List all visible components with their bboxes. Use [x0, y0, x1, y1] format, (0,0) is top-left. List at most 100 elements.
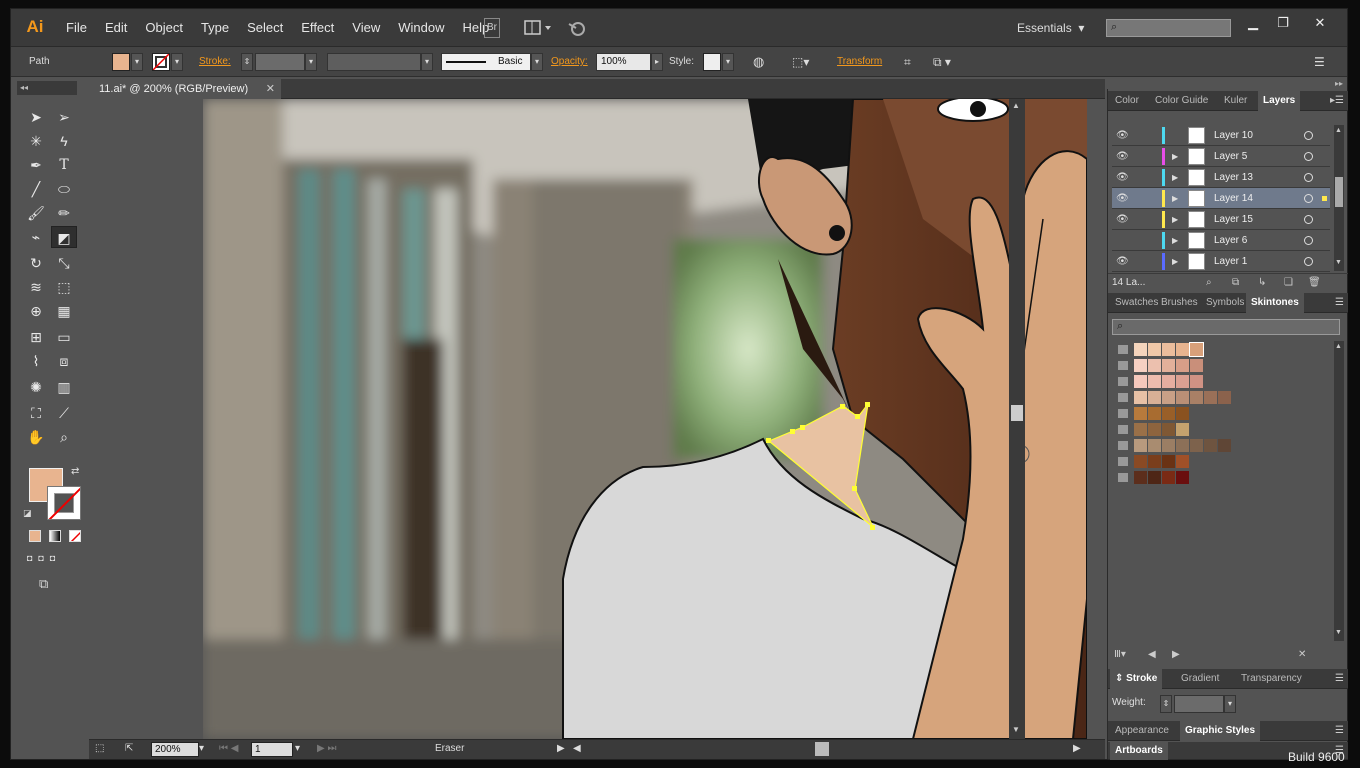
skintone-swatch[interactable] — [1134, 359, 1147, 372]
folder-icon[interactable] — [1118, 441, 1128, 450]
tab-layers[interactable]: Layers — [1258, 91, 1301, 111]
fill-swatch[interactable] — [112, 53, 130, 71]
skintone-swatch[interactable] — [1176, 423, 1189, 436]
lasso-tool-icon[interactable]: ϟ — [51, 130, 77, 152]
stroke-dropdown[interactable]: ▾ — [171, 53, 183, 71]
visibility-eye-icon[interactable]: 👁 — [1116, 251, 1129, 272]
stroke-swatch[interactable] — [152, 53, 170, 71]
artboard[interactable] — [203, 99, 1087, 739]
drawing-modes-icon[interactable]: ◘◘◘ — [27, 553, 83, 567]
line-tool-icon[interactable]: ╱ — [23, 178, 49, 200]
tab-brushes[interactable]: Brushes — [1156, 293, 1203, 313]
expand-arrow-icon[interactable]: ▶ — [1172, 146, 1178, 167]
skintone-swatch[interactable] — [1162, 471, 1175, 484]
layer-row[interactable]: 👁 ▶ Layer 14 — [1112, 188, 1330, 209]
layers-scroll-thumb[interactable] — [1335, 177, 1343, 207]
restore-icon[interactable]: ❐ — [1269, 13, 1297, 33]
layer-name[interactable]: Layer 6 — [1214, 230, 1247, 251]
skintone-swatch[interactable] — [1148, 391, 1161, 404]
target-circle-icon[interactable] — [1304, 131, 1313, 140]
help-search-input[interactable]: ⌕ — [1106, 19, 1231, 37]
graphic-style-swatch[interactable] — [703, 53, 721, 71]
isolate-object-icon[interactable]: ⌗ — [904, 47, 911, 77]
stroke-weight-field[interactable] — [255, 53, 305, 71]
expand-panels-icon[interactable]: ▸▸ — [1335, 79, 1343, 88]
menu-effect[interactable]: Effect — [292, 9, 343, 47]
gradient-mode-button[interactable] — [49, 530, 61, 542]
zoom-dropdown-icon[interactable]: ▾ — [199, 740, 204, 758]
tools-panel-header[interactable]: ◂◂ — [17, 81, 77, 95]
stroke-weight-dropdown[interactable]: ▾ — [305, 53, 317, 71]
scroll-up-icon[interactable]: ▲ — [1335, 127, 1342, 134]
none-mode-button[interactable] — [69, 530, 81, 542]
arrange-documents-icon[interactable] — [523, 18, 553, 38]
stroke-weight-stepper[interactable]: ⇕ — [241, 53, 253, 71]
style-dropdown[interactable]: ▾ — [722, 53, 734, 71]
layer-row[interactable]: ▶ Layer 6 — [1112, 230, 1330, 251]
column-graph-tool-icon[interactable]: ▥ — [51, 376, 77, 398]
brush-dropdown[interactable]: ▾ — [531, 53, 543, 71]
skintone-swatch[interactable] — [1218, 439, 1231, 452]
folder-icon[interactable] — [1118, 345, 1128, 354]
artboard-tool-icon[interactable]: ⛶ — [23, 402, 49, 424]
transform-link[interactable]: Transform — [837, 47, 882, 77]
skintone-swatch[interactable] — [1162, 343, 1175, 356]
swap-fill-stroke-icon[interactable]: ⇄ — [71, 466, 79, 477]
skintone-swatch[interactable] — [1162, 439, 1175, 452]
skintone-swatch[interactable] — [1134, 407, 1147, 420]
color-mode-button[interactable] — [29, 530, 41, 542]
skintone-swatch[interactable] — [1176, 471, 1189, 484]
horizontal-scroll-thumb[interactable] — [815, 742, 829, 756]
layers-panel-menu-icon[interactable]: ▸☰ — [1330, 91, 1344, 111]
tab-graphic-styles[interactable]: Graphic Styles — [1180, 721, 1261, 741]
stroke-panel-link[interactable]: Stroke: — [199, 47, 231, 77]
opacity-field[interactable]: 100% — [596, 53, 651, 71]
skintone-swatch[interactable] — [1176, 343, 1189, 356]
artboard-nav-icon[interactable]: ⬚ — [95, 740, 104, 758]
target-circle-icon[interactable] — [1304, 173, 1313, 182]
skintone-swatch[interactable] — [1134, 455, 1147, 468]
control-panel-menu-icon[interactable]: ☰ — [1314, 47, 1325, 77]
tab-color[interactable]: Color — [1110, 91, 1144, 111]
stroke-color-swatch[interactable] — [47, 486, 81, 520]
paintbrush-tool-icon[interactable]: 🖌 — [23, 202, 49, 224]
blend-tool-icon[interactable]: ⧈ — [51, 350, 77, 372]
symbol-sprayer-tool-icon[interactable]: ✺ — [23, 376, 49, 398]
hand-tool-icon[interactable]: ✋ — [23, 426, 49, 448]
swatches-panel-menu-icon[interactable]: ☰ — [1335, 293, 1344, 313]
layer-name[interactable]: Layer 14 — [1214, 188, 1253, 209]
artwork-illustration[interactable] — [203, 99, 1087, 739]
skintone-swatch[interactable] — [1190, 359, 1203, 372]
expand-arrow-icon[interactable]: ▶ — [1172, 209, 1178, 230]
layer-name[interactable]: Layer 10 — [1214, 125, 1253, 146]
free-transform-tool-icon[interactable]: ⬚ — [51, 276, 77, 298]
tab-symbols[interactable]: Symbols — [1201, 293, 1249, 313]
ellipse-tool-icon[interactable]: ⬭ — [51, 178, 77, 200]
skintone-swatch[interactable] — [1190, 375, 1203, 388]
menu-window[interactable]: Window — [389, 9, 453, 47]
expand-arrow-icon[interactable]: ▶ — [1172, 230, 1178, 251]
target-circle-icon[interactable] — [1304, 194, 1313, 203]
swatch-options-icon[interactable]: ✕ — [1298, 649, 1306, 660]
target-circle-icon[interactable] — [1304, 152, 1313, 161]
layers-scrollbar[interactable]: ▲ ▼ — [1334, 125, 1344, 271]
scroll-up-icon[interactable]: ▲ — [1335, 343, 1342, 350]
menu-select[interactable]: Select — [238, 9, 292, 47]
skintone-swatch[interactable] — [1162, 407, 1175, 420]
zoom-tool-icon[interactable]: ⌕ — [51, 426, 77, 448]
layer-row[interactable]: 👁 ▶ Layer 15 — [1112, 209, 1330, 230]
skintone-swatch[interactable] — [1148, 455, 1161, 468]
skintone-swatch[interactable] — [1134, 343, 1147, 356]
trash-icon[interactable]: 🗑 — [1308, 277, 1321, 288]
appearance-panel-menu-icon[interactable]: ☰ — [1335, 721, 1344, 741]
skintone-swatch[interactable] — [1134, 471, 1147, 484]
visibility-eye-icon[interactable]: 👁 — [1116, 167, 1129, 188]
skintone-swatch[interactable] — [1148, 471, 1161, 484]
status-menu-icon[interactable]: ▶ — [557, 740, 565, 758]
open-in-icon[interactable]: ⇱ — [125, 740, 133, 758]
skintone-swatch[interactable] — [1134, 375, 1147, 388]
skintone-swatch[interactable] — [1148, 359, 1161, 372]
profile-dropdown[interactable]: ▾ — [421, 53, 433, 71]
skintone-swatch[interactable] — [1134, 423, 1147, 436]
blob-brush-tool-icon[interactable]: ⌁ — [23, 226, 49, 248]
